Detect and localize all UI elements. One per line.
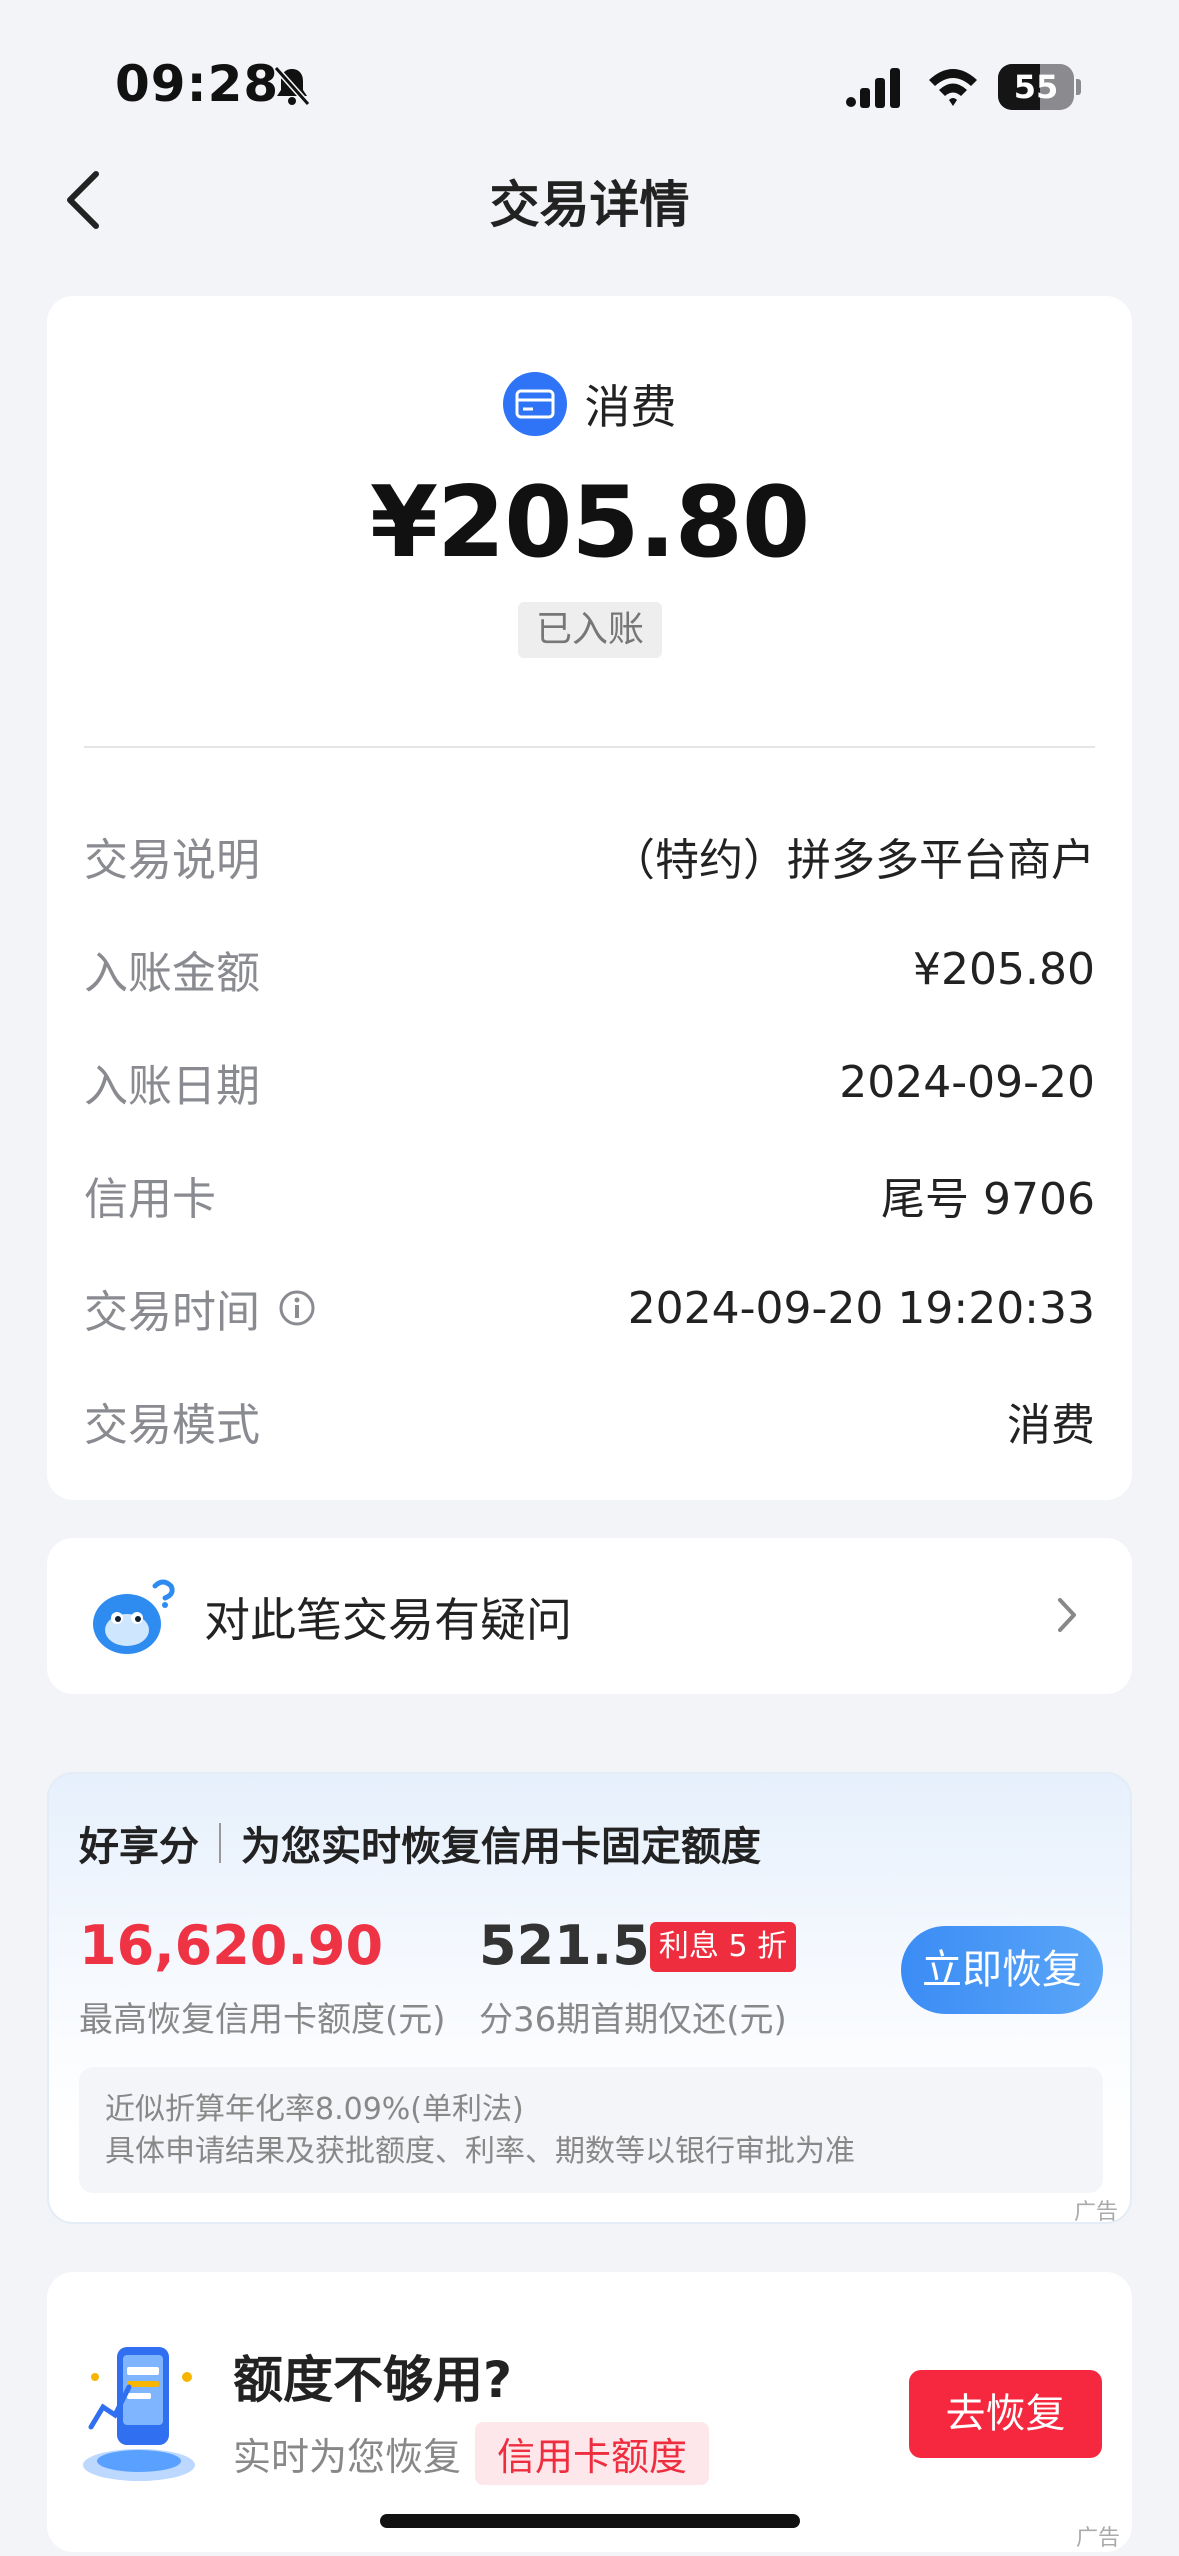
disclaimer-line: 具体申请结果及获批额度、利率、期数等以银行审批为准	[105, 2134, 855, 2169]
detail-row-description: 交易说明 （特约）拼多多平台商户	[84, 816, 1095, 896]
dispute-label: 对此笔交易有疑问	[204, 1593, 572, 1647]
credit-amount: 16,620.90	[79, 1914, 384, 1977]
disclaimer-line: 近似折算年化率8.09%(单利法)	[105, 2092, 524, 2127]
detail-value: ¥205.80	[913, 943, 1095, 995]
bell-muted-icon	[273, 66, 311, 106]
status-badge: 已入账	[518, 602, 662, 658]
detail-row-posted-amount: 入账金额 ¥205.80	[84, 929, 1095, 1009]
separator	[219, 1823, 221, 1863]
transaction-card: 消费 ¥205.80 已入账 交易说明 （特约）拼多多平台商户 入账金额 ¥20…	[47, 296, 1132, 1500]
transaction-type-label: 消费	[584, 380, 677, 434]
detail-row-credit-card: 信用卡 尾号 9706	[84, 1155, 1095, 1235]
detail-label: 入账金额	[84, 948, 260, 999]
detail-value: 尾号 9706	[881, 1174, 1095, 1225]
page-title: 交易详情	[489, 176, 690, 234]
home-indicator[interactable]	[380, 2514, 800, 2528]
detail-label: 交易说明	[84, 835, 260, 886]
detail-label: 信用卡	[84, 1174, 216, 1225]
wifi-icon	[929, 69, 977, 106]
limit-ad-subtitle: 实时为您恢复 信用卡额度	[233, 2422, 710, 2485]
limit-restore-ad[interactable]: 额度不够用? 实时为您恢复 信用卡额度 去恢复 广告	[47, 2272, 1132, 2552]
info-icon[interactable]	[278, 1289, 316, 1327]
limit-ad-title: 额度不够用?	[233, 2351, 513, 2409]
go-restore-button[interactable]: 去恢复	[909, 2370, 1102, 2458]
battery-level: 55	[1013, 68, 1059, 106]
ad-headline: 好享分 为您实时恢复信用卡固定额度	[79, 1814, 761, 1872]
dispute-transaction-row[interactable]: 对此笔交易有疑问	[47, 1538, 1132, 1694]
detail-label: 交易模式	[84, 1400, 260, 1451]
limit-ad-subtitle-text: 实时为您恢复	[233, 2435, 462, 2479]
restore-now-button[interactable]: 立即恢复	[901, 1926, 1103, 2014]
detail-row-posted-date: 入账日期 2024-09-20	[84, 1042, 1095, 1122]
detail-label-text: 交易时间	[84, 1287, 260, 1338]
detail-label: 交易时间	[84, 1276, 316, 1340]
ad-headline-text: 为您实时恢复信用卡固定额度	[241, 1824, 761, 1870]
limit-ad-chip: 信用卡额度	[475, 2422, 710, 2485]
detail-row-transaction-time: 交易时间 2024-09-20 19:20:33	[84, 1268, 1095, 1348]
divider	[84, 746, 1095, 748]
card-icon	[502, 372, 567, 436]
ad-tag: 广告	[1073, 2200, 1118, 2225]
transaction-amount: ¥205.80	[369, 466, 810, 580]
credit-restore-ad[interactable]: 好享分 为您实时恢复信用卡固定额度 16,620.90 最高恢复信用卡额度(元)…	[47, 1772, 1132, 2225]
detail-value: 2024-09-20	[839, 1056, 1095, 1108]
battery-indicator: 55	[998, 64, 1082, 110]
detail-value: （特约）拼多多平台商户	[611, 835, 1095, 886]
disclaimer-box: 近似折算年化率8.09%(单利法) 具体申请结果及获批额度、利率、期数等以银行审…	[79, 2067, 1103, 2193]
detail-value: 消费	[1007, 1400, 1095, 1451]
detail-value: 2024-09-20 19:20:33	[627, 1282, 1095, 1334]
phone-upgrade-illustration	[83, 2347, 195, 2481]
interest-discount-badge: 利息 5 折	[650, 1922, 796, 1972]
signal-icon	[846, 68, 900, 108]
credit-caption: 最高恢复信用卡额度(元)	[79, 2000, 446, 2040]
status-time: 09:28	[115, 55, 280, 113]
ad-tag: 广告	[1075, 2526, 1120, 2551]
detail-row-mode: 交易模式 消费	[84, 1381, 1095, 1461]
mascot-icon	[93, 1579, 175, 1654]
detail-label: 入账日期	[84, 1061, 260, 1112]
chevron-right-icon	[1058, 1598, 1076, 1632]
installment-caption: 分36期首期仅还(元)	[479, 2000, 787, 2040]
transaction-type: 消费	[47, 371, 1132, 437]
ad-brand: 好享分	[79, 1824, 199, 1870]
